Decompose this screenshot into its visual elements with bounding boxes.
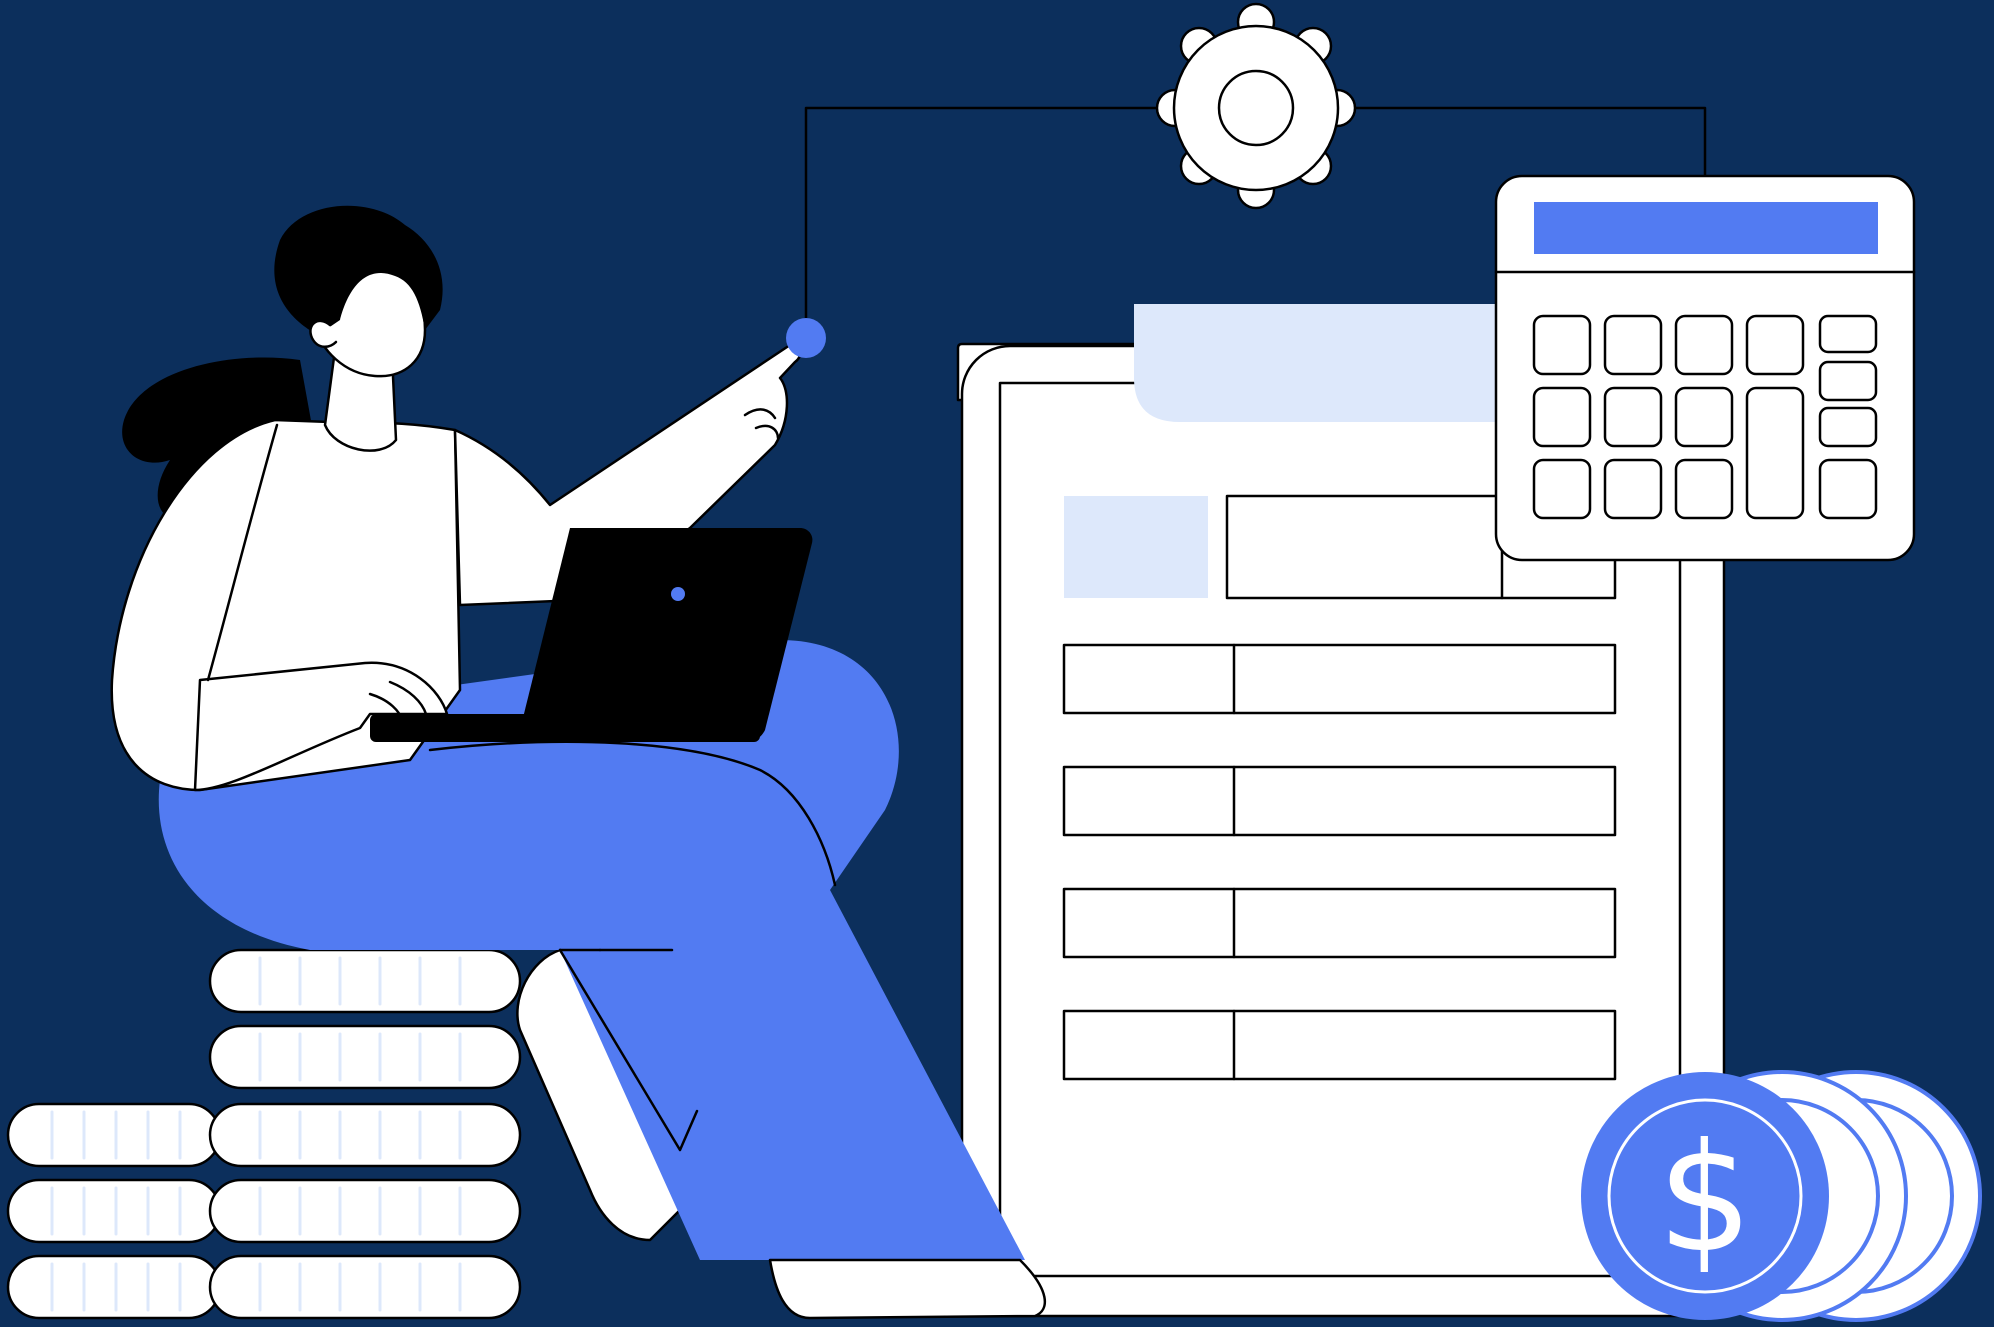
coin-stack-front — [208, 948, 522, 1320]
calculator-icon — [1494, 174, 1916, 562]
shoe — [768, 1258, 1047, 1320]
coin-icon: $ — [1581, 1070, 1982, 1322]
calculator-keys — [1532, 314, 1878, 520]
finance-illustration: $ — [0, 0, 1994, 1327]
coin-front: $ — [1581, 1072, 1829, 1320]
pointer-dot — [786, 318, 826, 358]
coin-stack-back — [6, 1102, 222, 1320]
gear-icon — [1155, 2, 1357, 210]
dollar-sign: $ — [1657, 1112, 1752, 1286]
